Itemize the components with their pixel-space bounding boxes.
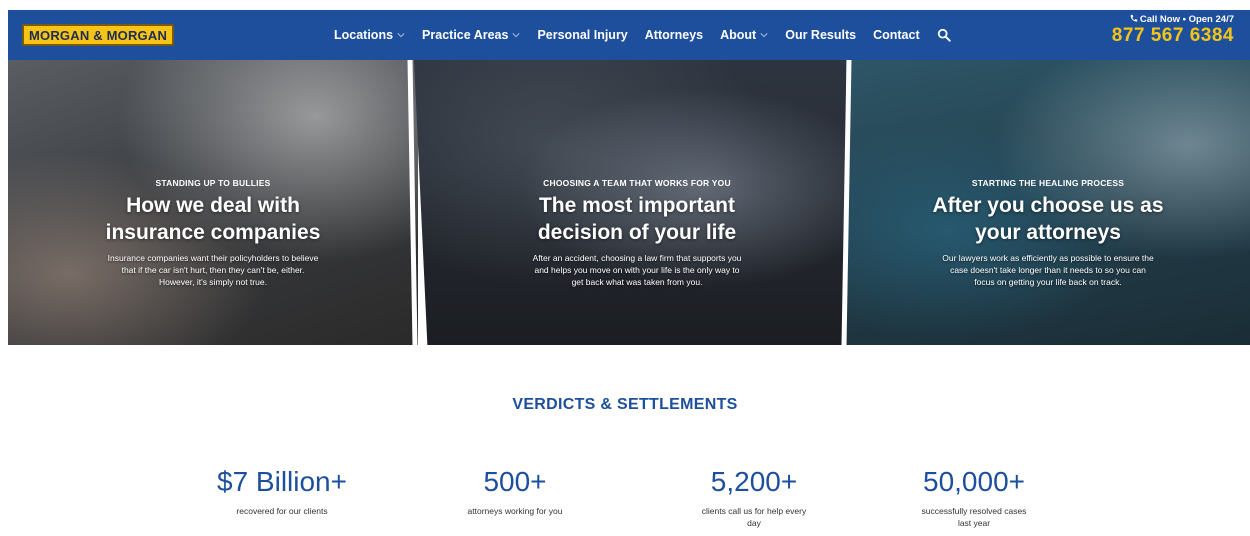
hero-headline-line: How we deal with <box>126 194 300 217</box>
hero-headline-line: insurance companies <box>105 221 321 244</box>
stat-attorneys: 500+ attorneys working for you <box>405 466 625 517</box>
stat-label: attorneys working for you <box>467 506 563 516</box>
phone-number[interactable]: 877 567 6384 <box>1112 25 1234 47</box>
hero-headline: How we deal with insurance companies <box>8 192 418 246</box>
verdicts-title: VERDICTS & SETTLEMENTS <box>512 396 738 413</box>
chevron-down-icon <box>760 33 768 38</box>
hero-panel-text: CHOOSING A TEAM THAT WORKS FOR YOU The m… <box>414 178 860 288</box>
nav-personal-injury-label: Personal Injury <box>537 28 628 42</box>
hero-headline-line: decision of your life <box>537 221 737 244</box>
hero-eyebrow: STANDING UP TO BULLIES <box>155 178 271 188</box>
stat-value: 50,000+ <box>923 466 1025 497</box>
hero-panel-text: STANDING UP TO BULLIES How we deal with … <box>8 178 418 288</box>
stat-label: successfully resolved cases last year <box>921 506 1027 528</box>
phone-icon <box>1130 14 1138 22</box>
site-header: MORGAN & MORGAN Locations Practice Areas… <box>8 10 1250 60</box>
call-box[interactable]: Call Now • Open 24/7 877 567 6384 <box>1112 14 1234 47</box>
hero-section: STANDING UP TO BULLIES How we deal with … <box>8 60 1250 345</box>
call-now-text: Call Now • Open 24/7 <box>1139 14 1234 25</box>
hero-panel-team[interactable]: CHOOSING A TEAM THAT WORKS FOR YOU The m… <box>414 60 860 345</box>
nav-practice-areas[interactable]: Practice Areas <box>422 28 521 42</box>
nav-our-results[interactable]: Our Results <box>785 28 856 42</box>
chevron-down-icon <box>512 33 521 38</box>
hero-panel-text: STARTING THE HEALING PROCESS After you c… <box>846 178 1250 288</box>
nav-locations[interactable]: Locations <box>334 28 405 42</box>
stat-value: 500+ <box>483 466 547 497</box>
nav-locations-label: Locations <box>334 28 394 42</box>
hero-description: Our lawyers work as efficiently as possi… <box>942 253 1154 287</box>
stat-value: $7 Billion+ <box>217 466 347 497</box>
hero-headline-line: After you choose us as <box>932 194 1164 217</box>
stat-label: recovered for our clients <box>236 506 328 516</box>
hero-eyebrow: STARTING THE HEALING PROCESS <box>971 178 1125 188</box>
nav-contact-label: Contact <box>873 28 920 42</box>
search-icon[interactable] <box>937 28 951 42</box>
hero-headline: After you choose us as your attorneys <box>846 192 1250 246</box>
stat-resolved-cases: 50,000+ successfully resolved cases last… <box>864 466 1084 529</box>
hero-headline: The most important decision of your life <box>414 192 860 246</box>
nav-contact[interactable]: Contact <box>873 28 920 42</box>
nav-about[interactable]: About <box>720 28 768 42</box>
hero-panel-insurance[interactable]: STANDING UP TO BULLIES How we deal with … <box>8 60 418 345</box>
nav-attorneys-label: Attorneys <box>644 28 704 42</box>
nav-about-label: About <box>720 28 757 42</box>
logo-text: MORGAN & MORGAN <box>29 27 168 43</box>
stat-recovered: $7 Billion+ recovered for our clients <box>172 466 392 517</box>
chevron-down-icon <box>397 33 405 38</box>
stat-value: 5,200+ <box>710 466 798 497</box>
call-now-label: Call Now • Open 24/7 <box>1112 14 1234 25</box>
nav-personal-injury[interactable]: Personal Injury <box>537 28 627 42</box>
hero-headline-line: The most important <box>538 194 735 217</box>
morgan-logo[interactable]: MORGAN & MORGAN <box>22 24 175 46</box>
main-nav: Locations Practice Areas Personal Injury… <box>334 10 951 60</box>
nav-attorneys[interactable]: Attorneys <box>645 28 703 42</box>
nav-practice-areas-label: Practice Areas <box>422 28 509 42</box>
nav-our-results-label: Our Results <box>785 28 857 42</box>
stat-daily-calls: 5,200+ clients call us for help every da… <box>644 466 864 529</box>
hero-description: After an accident, choosing a law firm t… <box>532 253 742 287</box>
hero-panel-healing[interactable]: STARTING THE HEALING PROCESS After you c… <box>846 60 1250 345</box>
hero-headline-line: your attorneys <box>975 221 1121 244</box>
hero-eyebrow: CHOOSING A TEAM THAT WORKS FOR YOU <box>543 178 731 188</box>
hero-description: Insurance companies want their policyhol… <box>107 253 319 287</box>
stat-label: clients call us for help every day <box>701 506 807 528</box>
